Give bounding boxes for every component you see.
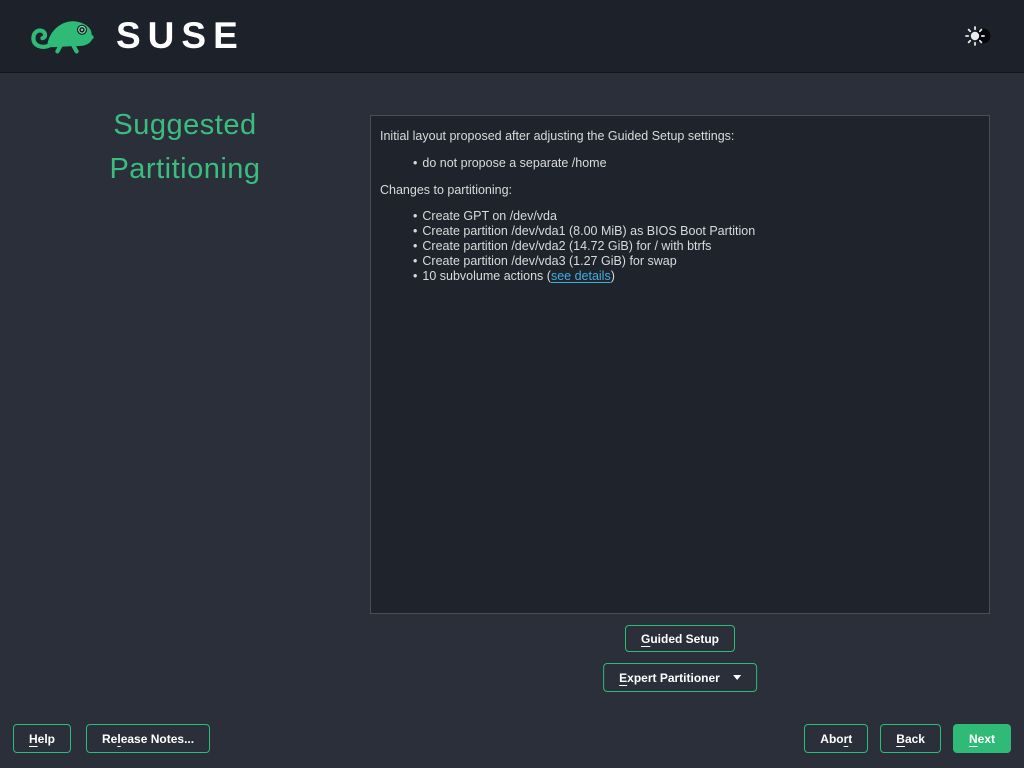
suse-wordmark: SUSE bbox=[116, 17, 245, 56]
label-pre: Re bbox=[102, 732, 117, 746]
guided-setup-button[interactable]: Guided Setup bbox=[625, 625, 735, 652]
label-post: xpert Partitioner bbox=[627, 671, 720, 685]
expert-partitioner-button[interactable]: Expert Partitioner bbox=[603, 663, 757, 692]
next-button[interactable]: Next bbox=[953, 724, 1011, 753]
page-title: Suggested Partitioning bbox=[0, 103, 370, 191]
topbar: SUSE bbox=[0, 0, 1024, 73]
label-mnemonic: E bbox=[619, 671, 627, 685]
list-item: Create partition /dev/vda2 (14.72 GiB) f… bbox=[413, 239, 980, 254]
list-item: do not propose a separate /home bbox=[413, 156, 980, 171]
help-button[interactable]: Help bbox=[13, 724, 71, 753]
guided-setup-settings-list: do not propose a separate /home bbox=[380, 156, 980, 171]
page-title-line2: Partitioning bbox=[0, 147, 370, 191]
abort-button[interactable]: Abort bbox=[804, 724, 868, 753]
theme-toggle-button[interactable] bbox=[962, 24, 996, 48]
back-button[interactable]: Back bbox=[880, 724, 941, 753]
label-post: elp bbox=[38, 732, 55, 746]
page-title-line1: Suggested bbox=[0, 103, 370, 147]
changes-heading: Changes to partitioning: bbox=[380, 183, 980, 198]
label-post: ext bbox=[978, 732, 995, 746]
label-mnemonic: H bbox=[29, 732, 38, 746]
list-item: Create partition /dev/vda3 (1.27 GiB) fo… bbox=[413, 254, 980, 269]
label-post: ack bbox=[905, 732, 925, 746]
release-notes-button[interactable]: Release Notes... bbox=[86, 724, 210, 753]
label-post: t bbox=[848, 732, 852, 746]
label-mnemonic: G bbox=[641, 632, 650, 646]
list-item: Create GPT on /dev/vda bbox=[413, 209, 980, 224]
label-post: ease Notes... bbox=[121, 732, 194, 746]
label-mnemonic: N bbox=[969, 732, 978, 746]
list-item-subvolume: 10 subvolume actions (see details) bbox=[413, 269, 980, 284]
label-post: uided Setup bbox=[650, 632, 719, 646]
suse-chameleon-icon bbox=[28, 11, 100, 62]
sun-moon-icon bbox=[964, 25, 994, 47]
label-pre: Abo bbox=[820, 732, 843, 746]
see-details-link[interactable]: see details bbox=[551, 269, 611, 283]
list-item: Create partition /dev/vda1 (8.00 MiB) as… bbox=[413, 224, 980, 239]
subvolume-text: 10 subvolume actions ( bbox=[422, 269, 551, 283]
chevron-down-icon bbox=[733, 675, 741, 680]
suse-logo: SUSE bbox=[28, 11, 245, 62]
proposal-intro: Initial layout proposed after adjusting … bbox=[380, 129, 980, 144]
partitioning-proposal-panel: Initial layout proposed after adjusting … bbox=[370, 115, 990, 614]
partitioning-changes-list: Create GPT on /dev/vda Create partition … bbox=[380, 209, 980, 284]
subvolume-text-suffix: ) bbox=[611, 269, 615, 283]
footer-button-bar: Help Release Notes... Abort Back Next bbox=[0, 724, 1024, 753]
label-mnemonic: B bbox=[896, 732, 905, 746]
